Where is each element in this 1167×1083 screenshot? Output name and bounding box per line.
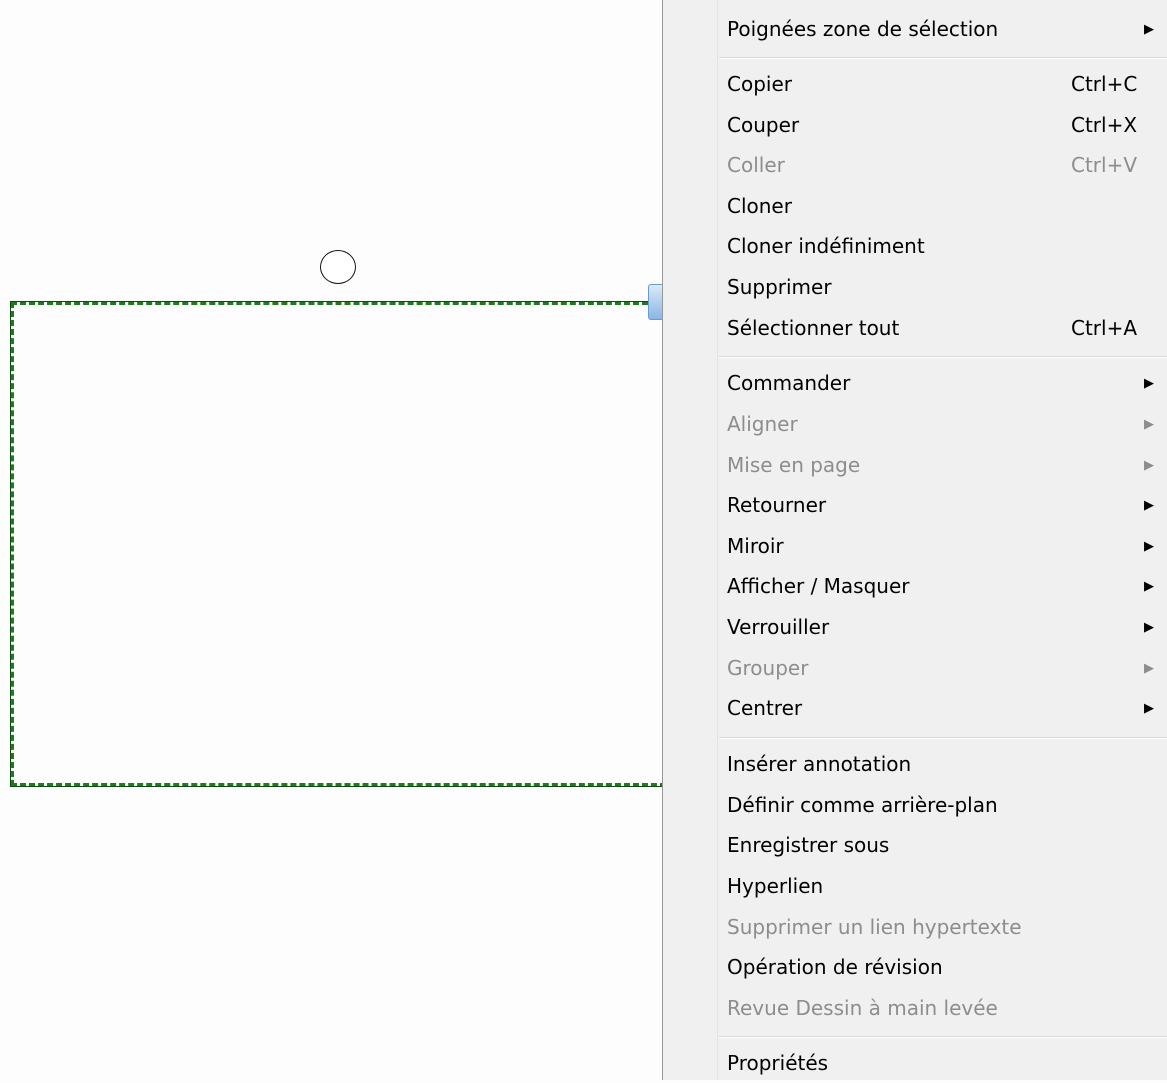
menu-item-grouper: Grouper ▶ (663, 648, 1167, 688)
menu-item-coller: Coller Ctrl+V (663, 145, 1167, 185)
drawing-canvas[interactable] (0, 0, 676, 1080)
menu-item-verrouiller[interactable]: Verrouiller ▶ (663, 607, 1167, 647)
menu-item-selectionner-tout[interactable]: Sélectionner tout Ctrl+A (663, 308, 1167, 348)
menu-separator (719, 1036, 1167, 1038)
menu-item-label: Sélectionner tout (727, 316, 900, 340)
menu-item-label: Afficher / Masquer (727, 574, 910, 598)
menu-item-label: Verrouiller (727, 615, 830, 639)
menu-item-label: Cloner (727, 194, 792, 218)
menu-item-label: Couper (727, 113, 800, 137)
menu-item-cloner[interactable]: Cloner (663, 186, 1167, 226)
menu-item-inserer-annotation[interactable]: Insérer annotation (663, 744, 1167, 784)
menu-item-label: Revue Dessin à main levée (727, 996, 998, 1020)
menu-item-label: Retourner (727, 493, 827, 517)
menu-item-afficher-masquer[interactable]: Afficher / Masquer ▶ (663, 566, 1167, 606)
menu-item-label: Enregistrer sous (727, 833, 890, 857)
menu-item-proprietes[interactable]: Propriétés (663, 1043, 1167, 1083)
selected-rectangle-shape[interactable] (10, 301, 676, 787)
rotation-handle[interactable] (320, 250, 356, 284)
menu-item-supprimer[interactable]: Supprimer (663, 267, 1167, 307)
menu-item-label: Coller (727, 153, 785, 177)
resize-handle[interactable] (648, 284, 662, 320)
menu-item-retourner[interactable]: Retourner ▶ (663, 485, 1167, 525)
menu-item-couper[interactable]: Couper Ctrl+X (663, 105, 1167, 145)
submenu-arrow-icon: ▶ (1144, 457, 1154, 473)
menu-item-commander[interactable]: Commander ▶ (663, 363, 1167, 403)
submenu-arrow-icon: ▶ (1144, 578, 1154, 594)
submenu-arrow-icon: ▶ (1144, 416, 1154, 432)
menu-item-label: Poignées zone de sélection (727, 17, 999, 41)
submenu-arrow-icon: ▶ (1144, 21, 1154, 37)
menu-item-aligner: Aligner ▶ (663, 404, 1167, 444)
menu-item-shortcut: Ctrl+X (1071, 113, 1138, 137)
menu-item-label: Supprimer un lien hypertexte (727, 915, 1022, 939)
menu-item-shortcut: Ctrl+C (1071, 72, 1138, 96)
menu-item-revue-dessin: Revue Dessin à main levée (663, 988, 1167, 1028)
submenu-arrow-icon: ▶ (1144, 497, 1154, 513)
menu-item-centrer[interactable]: Centrer ▶ (663, 688, 1167, 728)
submenu-arrow-icon: ▶ (1144, 619, 1154, 635)
menu-item-shortcut: Ctrl+A (1071, 316, 1138, 340)
menu-item-label: Insérer annotation (727, 752, 912, 776)
menu-item-hyperlien[interactable]: Hyperlien (663, 866, 1167, 906)
menu-item-label: Mise en page (727, 453, 861, 477)
menu-item-shortcut: Ctrl+V (1071, 153, 1138, 177)
menu-item-label: Centrer (727, 696, 803, 720)
menu-separator (719, 737, 1167, 739)
menu-item-label: Copier (727, 72, 792, 96)
menu-item-label: Propriétés (727, 1051, 829, 1075)
menu-item-label: Grouper (727, 656, 809, 680)
submenu-arrow-icon: ▶ (1144, 538, 1154, 554)
menu-separator (719, 57, 1167, 59)
menu-item-cloner-indefiniment[interactable]: Cloner indéfiniment (663, 226, 1167, 266)
menu-item-label: Définir comme arrière-plan (727, 793, 998, 817)
menu-item-definir-arriere-plan[interactable]: Définir comme arrière-plan (663, 785, 1167, 825)
menu-item-miroir[interactable]: Miroir ▶ (663, 526, 1167, 566)
submenu-arrow-icon: ▶ (1144, 660, 1154, 676)
menu-item-supprimer-lien: Supprimer un lien hypertexte (663, 907, 1167, 947)
context-menu: Poignées zone de sélection ▶ Copier Ctrl… (662, 0, 1167, 1080)
menu-separator (719, 356, 1167, 358)
menu-item-label: Commander (727, 371, 851, 395)
menu-item-label: Cloner indéfiniment (727, 234, 925, 258)
menu-item-poignees-zone-selection[interactable]: Poignées zone de sélection ▶ (663, 9, 1167, 49)
submenu-arrow-icon: ▶ (1144, 700, 1154, 716)
menu-item-label: Miroir (727, 534, 784, 558)
menu-item-label: Supprimer (727, 275, 832, 299)
menu-item-label: Hyperlien (727, 874, 824, 898)
menu-item-copier[interactable]: Copier Ctrl+C (663, 64, 1167, 104)
menu-item-operation-revision[interactable]: Opération de révision (663, 947, 1167, 987)
menu-item-label: Aligner (727, 412, 798, 436)
menu-item-enregistrer-sous[interactable]: Enregistrer sous (663, 825, 1167, 865)
submenu-arrow-icon: ▶ (1144, 375, 1154, 391)
menu-item-label: Opération de révision (727, 955, 943, 979)
menu-item-mise-en-page: Mise en page ▶ (663, 445, 1167, 485)
